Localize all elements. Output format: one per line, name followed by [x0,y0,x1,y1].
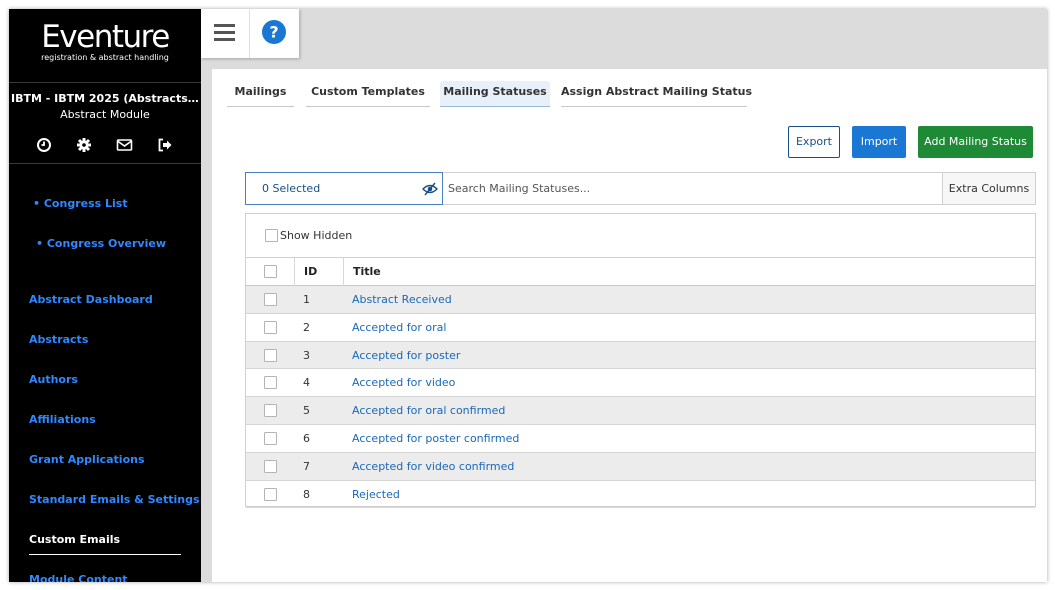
row-id: 1 [303,293,310,306]
table-row: 5 Accepted for oral confirmed [246,397,1035,425]
row-id: 6 [303,431,310,445]
nav-module-content[interactable]: Module Content [29,573,128,582]
sidebar: Eventure registration & abstract handlin… [9,9,201,582]
brand-name: Eventure [41,19,170,55]
tab-mailings[interactable]: Mailings [227,81,294,107]
app-window: Eventure registration & abstract handlin… [9,9,1047,582]
row-title-link[interactable]: Accepted for poster confirmed [352,432,519,445]
table-row: 6 Accepted for poster confirmed [246,425,1035,453]
table-row: 3 Accepted for poster [246,341,1035,370]
select-all-checkbox[interactable] [264,265,277,278]
row-title-link[interactable]: Accepted for oral confirmed [352,404,505,417]
sidebar-divider [9,82,201,83]
tab-assign-abstract-mailing-status[interactable]: Assign Abstract Mailing Status [561,81,752,107]
help-button[interactable]: ? [250,9,299,58]
import-button[interactable]: Import [852,126,906,158]
eye-slash-icon[interactable] [422,182,438,196]
table-body: 1 Abstract Received 2 Accepted for oral 3 A… [246,286,1035,509]
mail-icon[interactable] [116,137,134,155]
row-title-link[interactable]: Accepted for oral [352,321,446,334]
nav-grant-applications[interactable]: Grant Applications [29,453,145,466]
sidebar-divider [9,163,201,164]
logo: Eventure registration & abstract handlin… [9,21,201,62]
row-title-link[interactable]: Accepted for video [352,376,455,389]
nav-custom-emails[interactable]: Custom Emails [29,533,120,546]
table-row: 1 Abstract Received [246,286,1035,314]
sidebar-icon-row [33,137,183,155]
table-row: 4 Accepted for video [246,369,1035,398]
search-input[interactable] [443,172,943,205]
show-hidden-toggle[interactable]: Show Hidden [265,228,353,243]
row-id: 7 [303,459,310,473]
row-checkbox[interactable] [264,320,277,334]
clock-icon[interactable] [36,137,54,155]
help-icon: ? [262,20,286,44]
column-header-title[interactable]: Title [353,265,381,278]
add-mailing-status-button[interactable]: Add Mailing Status [918,126,1033,158]
selection-dropdown[interactable]: 0 Selected [245,172,443,205]
row-checkbox[interactable] [264,376,277,390]
row-checkbox[interactable] [264,459,277,473]
main-panel: Mailings Custom Templates Mailing Status… [212,69,1047,582]
statuses-table: Show Hidden ID Title 1 Abstract Received … [245,213,1036,509]
row-id: 4 [303,376,310,390]
row-checkbox[interactable] [264,348,277,362]
table-row: 7 Accepted for video confirmed [246,452,1035,481]
row-id: 3 [303,348,310,362]
show-hidden-checkbox[interactable] [265,228,278,242]
nav-abstracts[interactable]: Abstracts [29,333,88,346]
nav-affiliations[interactable]: Affiliations [29,413,96,426]
brand-tagline: registration & abstract handling [41,53,169,62]
menu-button[interactable] [201,9,249,58]
column-divider [343,258,344,286]
export-button[interactable]: Export [788,126,840,158]
svg-text:?: ? [269,23,278,42]
row-checkbox[interactable] [264,431,277,445]
row-id: 5 [303,404,310,418]
selection-count: 0 Selected [262,182,321,195]
table-row: 2 Accepted for oral [246,314,1035,342]
nav-authors[interactable]: Authors [29,373,78,386]
event-title: IBTM - IBTM 2025 (Abstracts & Papers) [11,92,201,105]
row-id: 8 [303,487,310,501]
nav-congress-list[interactable]: • Congress List [33,197,128,210]
row-checkbox[interactable] [264,404,277,418]
module-name: Abstract Module [60,108,150,121]
tab-mailing-statuses[interactable]: Mailing Statuses [440,81,550,107]
tab-custom-templates[interactable]: Custom Templates [306,81,430,107]
row-title-link[interactable]: Accepted for poster [352,349,460,362]
row-title-link[interactable]: Abstract Received [352,293,452,306]
column-divider [294,258,295,286]
nav-congress-overview[interactable]: • Congress Overview [36,237,166,250]
gear-icon[interactable] [76,137,94,155]
show-hidden-label: Show Hidden [280,229,353,242]
table-header: ID Title [246,257,1035,286]
row-checkbox[interactable] [264,487,277,501]
column-header-id[interactable]: ID [304,265,317,278]
logout-icon[interactable] [157,137,175,155]
table-row: 8 Rejected [246,481,1035,509]
hamburger-icon [214,24,235,41]
top-toolbar: ? [201,9,299,58]
row-title-link[interactable]: Rejected [352,488,400,501]
nav-standard-emails-settings[interactable]: Standard Emails & Settings [29,493,200,506]
row-id: 2 [303,320,310,334]
active-nav-underline [29,554,181,555]
row-checkbox[interactable] [264,293,277,306]
row-title-link[interactable]: Accepted for video confirmed [352,460,514,473]
nav-abstract-dashboard[interactable]: Abstract Dashboard [29,293,153,306]
extra-columns-button[interactable]: Extra Columns [942,172,1036,205]
